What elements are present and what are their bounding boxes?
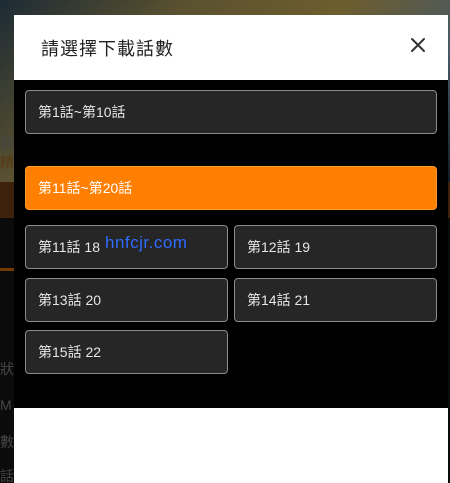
range-button-1-10[interactable]: 第1話~第10話 [25, 90, 437, 134]
episode-button-15[interactable]: 第15話 22 [25, 330, 228, 374]
episode-button-12[interactable]: 第12話 19 [234, 225, 437, 269]
episode-button-13[interactable]: 第13話 20 [25, 278, 228, 322]
range-button-11-20[interactable]: 第11話~第20話 [25, 166, 437, 210]
close-icon[interactable] [406, 33, 430, 57]
episode-button-14[interactable]: 第14話 21 [234, 278, 437, 322]
dialog-title: 請選擇下載話數 [41, 39, 174, 59]
dialog-header: 請選擇下載話數 [14, 15, 448, 80]
watermark: hnfcjr.com [105, 233, 188, 252]
download-episodes-dialog: 請選擇下載話數 第1話~第10話 第11話~第20話 第11話 18 第12話 … [14, 15, 448, 483]
dialog-footer [14, 408, 448, 483]
dialog-body: 第1話~第10話 第11話~第20話 第11話 18 第12話 19 第13話 … [14, 80, 448, 408]
